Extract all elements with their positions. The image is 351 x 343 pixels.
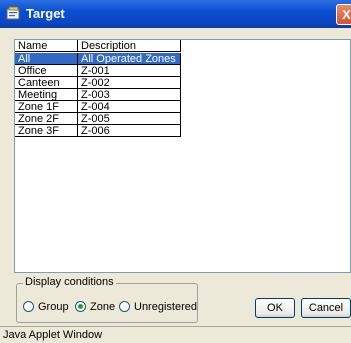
table-row[interactable]: Canteen Z-002 (15, 77, 181, 89)
display-conditions-group: Display conditions Group Zone Unregister… (16, 276, 198, 323)
cell-description: Z-002 (78, 77, 181, 89)
zone-radio-label: Zone (90, 301, 116, 313)
cell-description: Z-006 (78, 125, 181, 137)
close-icon: X (342, 7, 351, 22)
display-conditions-legend: Display conditions (23, 276, 116, 288)
unregistered-radio-label: Unregistered (134, 301, 197, 313)
table-row[interactable]: Meeting Z-003 (15, 89, 181, 101)
radio-selected-icon (75, 301, 86, 312)
cell-description: Z-004 (78, 101, 181, 113)
table-row[interactable]: Office Z-001 (15, 65, 181, 77)
title-bar[interactable]: Target X (0, 0, 351, 28)
column-header-description[interactable]: Description (78, 40, 181, 52)
cell-name: Zone 2F (15, 113, 78, 125)
table-row[interactable]: All All Operated Zones (15, 53, 181, 65)
radio-circle-icon (119, 301, 130, 312)
cell-name: All (15, 53, 78, 65)
table-row[interactable]: Zone 2F Z-005 (15, 113, 181, 125)
radio-circle-icon (23, 301, 34, 312)
table-row[interactable]: Zone 3F Z-006 (15, 125, 181, 137)
close-button[interactable]: X (336, 4, 351, 25)
cell-name: Zone 1F (15, 101, 78, 113)
cell-name: Zone 3F (15, 125, 78, 137)
ok-button[interactable]: OK (255, 298, 295, 318)
column-header-name[interactable]: Name (15, 40, 78, 52)
cell-description: Z-001 (78, 65, 181, 77)
cell-name: Office (15, 65, 78, 77)
group-radio-label: Group (38, 301, 69, 313)
cancel-button[interactable]: Cancel (301, 298, 351, 318)
target-list[interactable]: Name Description All All Operated Zones Of… (14, 39, 351, 273)
app-icon (6, 6, 20, 20)
window-title: Target (26, 6, 65, 21)
cell-description: Z-003 (78, 89, 181, 101)
cell-name: Canteen (15, 77, 78, 89)
cell-name: Meeting (15, 89, 78, 101)
table-row[interactable]: Zone 1F Z-004 (15, 101, 181, 113)
status-bar: Java Applet Window (0, 326, 351, 342)
cell-description: All Operated Zones (78, 53, 181, 65)
cell-description: Z-005 (78, 113, 181, 125)
table-header: Name Description (15, 40, 181, 53)
